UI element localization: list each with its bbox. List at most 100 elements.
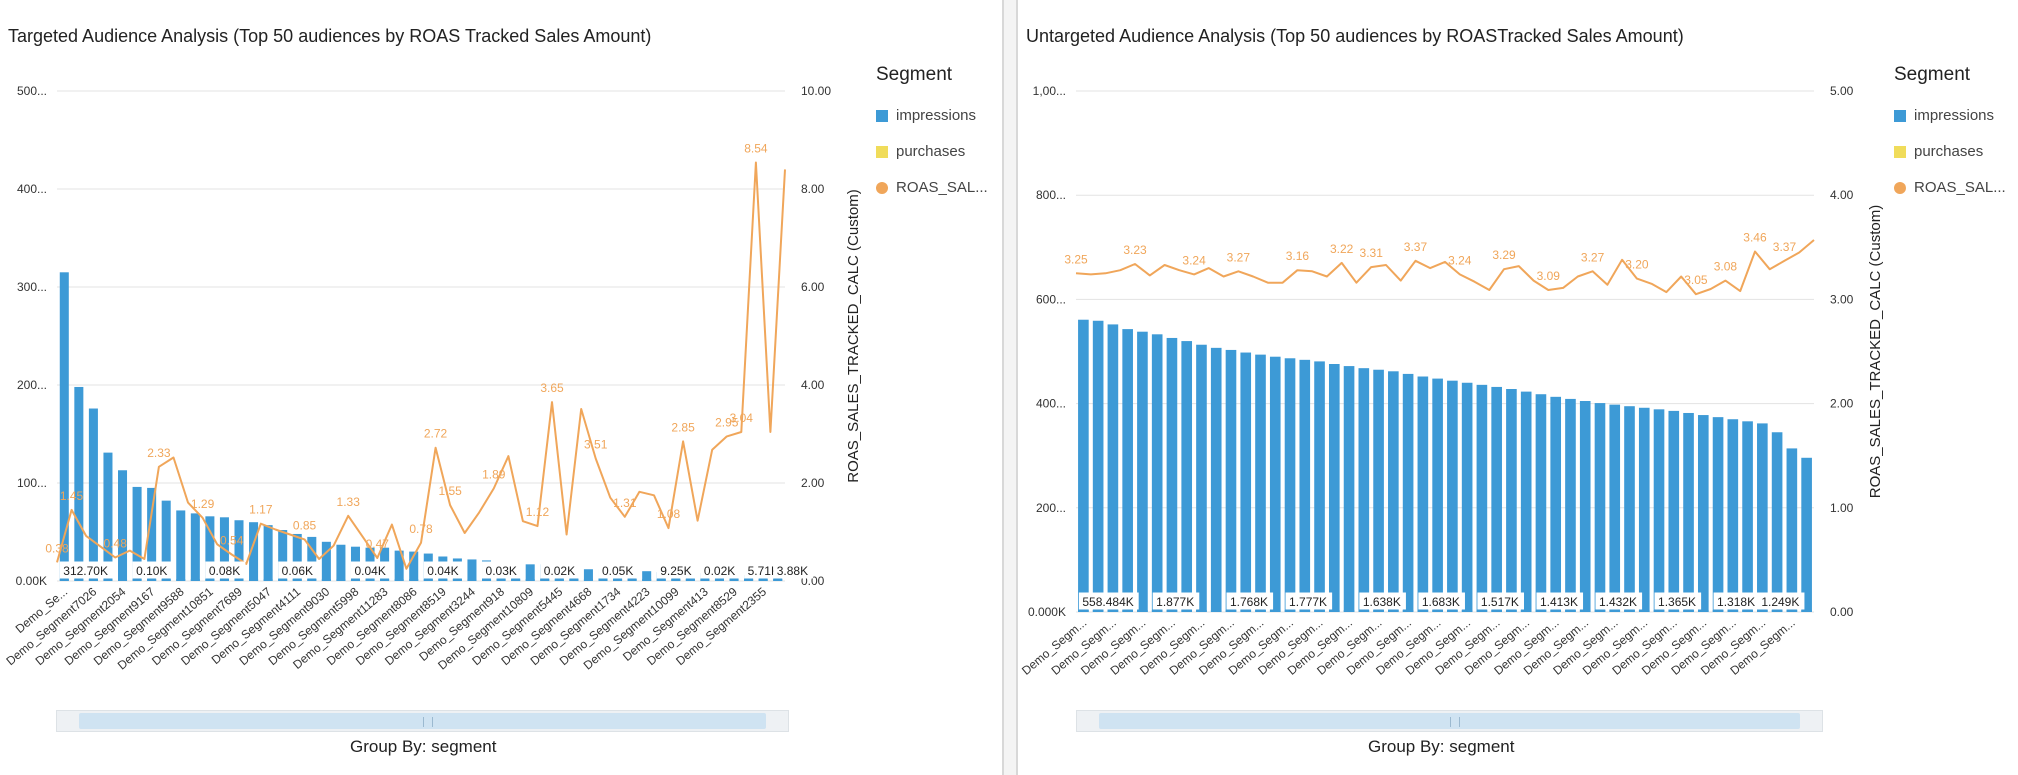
purchases-bar [554,579,564,581]
purchases-bar [438,579,448,581]
circle-swatch-icon [1894,182,1906,194]
panel-divider [1004,0,1016,775]
purchases-bar [1520,610,1532,612]
purchases-bar [583,579,593,581]
roas-data-label: 3.27 [1581,250,1605,264]
impressions-bar [1653,409,1665,612]
purchases-bar [671,579,681,581]
impressions-bar [118,470,128,581]
y2-tick-label: 5.00 [1830,84,1854,98]
y2-tick-label: 1.00 [1830,501,1854,515]
roas-data-label: 3.37 [1404,240,1428,254]
horizontal-scrollbar[interactable] [1076,710,1823,732]
impressions-bar [525,564,535,581]
purchases-bar [132,579,142,581]
roas-data-label: 3.25 [1064,252,1088,266]
purchases-bar [147,579,157,581]
scrollbar-thumb[interactable] [79,713,766,729]
purchases-bar [1653,610,1665,612]
purchases-bar [1210,610,1222,612]
legend-item-impressions[interactable]: impressions [1894,106,2006,142]
impressions-bar [1683,412,1694,612]
legend-item-purchases[interactable]: purchases [876,142,988,178]
legend-item-purchases[interactable]: purchases [1894,142,2006,178]
purchases-bar [1491,610,1502,612]
impressions-bar [263,525,273,581]
roas-data-label: 1.29 [191,497,215,511]
roas-data-label: 3.20 [1625,258,1649,272]
purchases-bar [1373,610,1384,612]
purchases-bar [452,579,462,581]
legend-title: Segment [876,64,953,85]
y-tick-label: 200... [1036,501,1066,515]
bar-data-label: 0.02K [544,564,575,578]
legend-label: ROAS_SAL... [896,179,988,196]
roas-data-label: 3.37 [1773,240,1797,254]
impressions-bar [1594,403,1606,612]
legend: Segment impressions purchases ROAS_SAL..… [876,64,988,214]
purchases-bar [1196,610,1207,612]
roas-data-label: 3.27 [1227,250,1251,264]
y2-tick-label: 2.00 [1830,397,1854,411]
impressions-bar [1579,400,1591,612]
roas-data-label: 1.17 [249,503,273,517]
purchases-bar [1801,610,1812,612]
legend-item-roas[interactable]: ROAS_SAL... [1894,178,2006,214]
purchases-bar [1137,610,1148,612]
purchases-bar [1638,610,1650,612]
impressions-bar [1343,366,1355,612]
legend-item-impressions[interactable]: impressions [876,106,988,142]
impressions-bar [1255,354,1266,612]
purchases-bar [467,579,477,581]
purchases-bar [1358,610,1370,612]
purchases-bar [59,579,69,581]
impressions-bar [1269,356,1281,612]
impressions-bar [1402,373,1414,612]
purchases-bar [321,579,331,581]
purchases-bar [482,579,492,581]
purchases-bar [642,579,652,581]
purchases-bar [1727,610,1739,612]
impressions-bar [1432,378,1443,612]
purchases-bar [1078,610,1089,612]
impressions-bar [1196,344,1207,612]
purchases-bar [569,579,579,581]
y-tick-label: 800... [1036,188,1066,202]
y-tick-label: 0.000K [1028,605,1066,619]
square-swatch-icon [876,146,888,158]
purchases-bar [205,579,215,581]
purchases-bar [423,579,433,581]
impressions-bar [1417,376,1429,612]
purchases-bar [1092,610,1104,612]
untargeted-audience-panel: Untargeted Audience Analysis (Top 50 aud… [1016,0,2018,775]
impressions-bar [190,513,200,581]
purchases-bar [1757,610,1768,612]
scrollbar-grip-icon [1449,717,1460,727]
impressions-bar [1461,382,1473,612]
purchases-bar [627,579,637,581]
bar-data-label: 0.05K [602,564,633,578]
bar-data-label: 312.70K [63,564,108,578]
y-tick-label: 400... [1036,397,1066,411]
impressions-bar [1757,423,1768,612]
legend: Segment impressions purchases ROAS_SAL..… [1894,64,2006,214]
impressions-bar [336,544,346,581]
bar-data-label: 1.768K [1230,595,1268,609]
purchases-bar [744,579,754,581]
purchases-bar [1240,610,1252,612]
roas-data-label: 0.85 [293,518,317,532]
bar-data-label: 0.04K [427,564,458,578]
roas-data-label: 8.54 [744,142,768,156]
horizontal-scrollbar[interactable] [56,710,789,732]
impressions-bar [1491,386,1502,612]
scrollbar-thumb[interactable] [1099,713,1800,729]
purchases-bar [1697,610,1709,612]
impressions-bar [1476,384,1488,612]
purchases-bar [190,579,200,581]
legend-item-roas[interactable]: ROAS_SAL... [876,178,988,214]
purchases-bar [1771,610,1783,612]
legend-label: impressions [1914,107,1995,124]
roas-data-label: 0.38 [45,541,69,555]
legend-label: impressions [896,107,977,124]
purchases-bar [1343,610,1355,612]
